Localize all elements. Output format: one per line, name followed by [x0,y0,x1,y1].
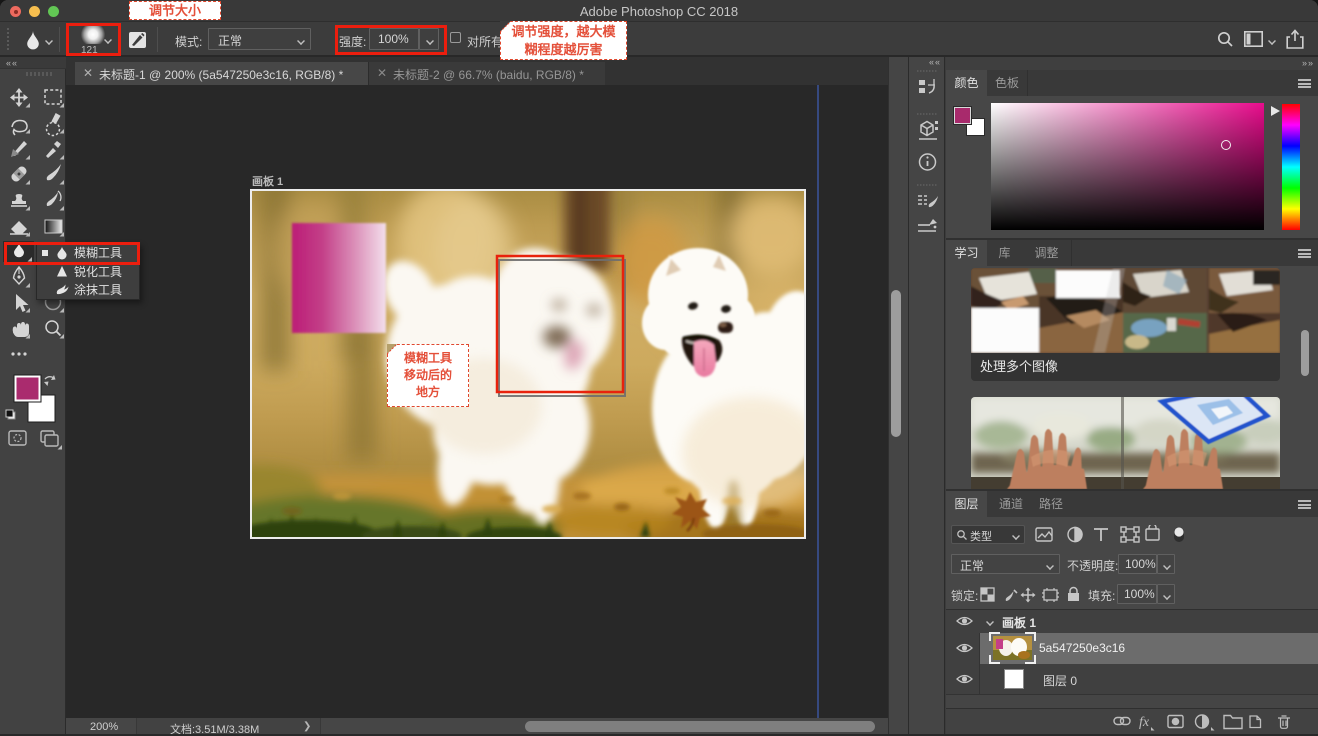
svg-text:fx: fx [1139,715,1150,730]
